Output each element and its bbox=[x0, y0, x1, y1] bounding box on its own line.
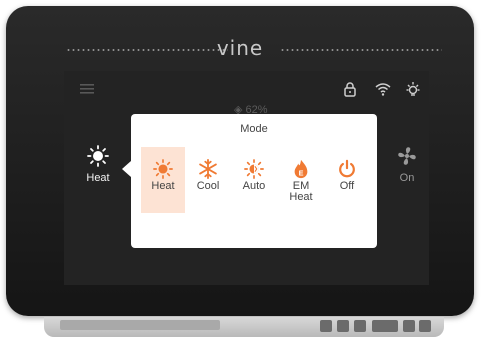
light-icon[interactable] bbox=[405, 81, 421, 97]
fan-button[interactable]: On bbox=[385, 145, 429, 184]
mode-option-auto[interactable]: Auto bbox=[232, 147, 276, 213]
mode-option-cool[interactable]: Cool bbox=[186, 147, 230, 213]
mode-option-heat[interactable]: Heat bbox=[141, 147, 185, 213]
mode-dialog-title: Mode bbox=[240, 123, 268, 135]
snowflake-icon bbox=[199, 159, 217, 179]
mode-option-label: Auto bbox=[242, 180, 266, 192]
brand-logo: vine bbox=[216, 36, 264, 60]
decorative-dots-right bbox=[280, 49, 442, 51]
sun-icon bbox=[153, 159, 173, 179]
base-vent bbox=[320, 320, 332, 332]
mode-option-label: Off bbox=[339, 180, 355, 192]
dialog-pointer bbox=[122, 161, 131, 177]
base-vent bbox=[372, 320, 398, 332]
mode-option-label: Cool bbox=[196, 180, 220, 192]
base-vent bbox=[419, 320, 431, 332]
mode-dialog: Mode Heat Cool Auto E EM Heat Off bbox=[131, 114, 377, 248]
base-vent bbox=[403, 320, 415, 332]
base-vent bbox=[337, 320, 349, 332]
wifi-icon[interactable] bbox=[375, 81, 391, 97]
brand-strip: vine bbox=[6, 31, 474, 71]
mode-option-label: Heat bbox=[151, 180, 175, 192]
current-mode-label: Heat bbox=[86, 172, 110, 184]
base-slot bbox=[60, 320, 220, 330]
mode-option-off[interactable]: Off bbox=[325, 147, 369, 213]
fan-label: On bbox=[399, 172, 415, 184]
svg-text:E: E bbox=[299, 168, 304, 177]
mode-option-em-heat[interactable]: E EM Heat bbox=[279, 147, 323, 213]
device-base bbox=[44, 317, 444, 337]
fan-icon bbox=[398, 147, 416, 165]
sun-icon bbox=[87, 145, 109, 167]
screen: ◈ 62% Heat On Mode Heat Cool Auto E EM H… bbox=[64, 71, 429, 285]
current-mode-button[interactable]: Heat bbox=[76, 145, 120, 184]
mode-option-label: EM Heat bbox=[289, 180, 313, 203]
power-icon bbox=[339, 159, 355, 178]
auto-icon bbox=[244, 159, 264, 179]
em-heat-icon: E bbox=[294, 159, 308, 179]
menu-icon[interactable] bbox=[80, 82, 94, 96]
lock-icon[interactable] bbox=[342, 81, 358, 97]
base-vent bbox=[354, 320, 366, 332]
thermostat-device: vine ◈ 62% Heat On Mode Heat Cool Auto E… bbox=[6, 6, 474, 316]
